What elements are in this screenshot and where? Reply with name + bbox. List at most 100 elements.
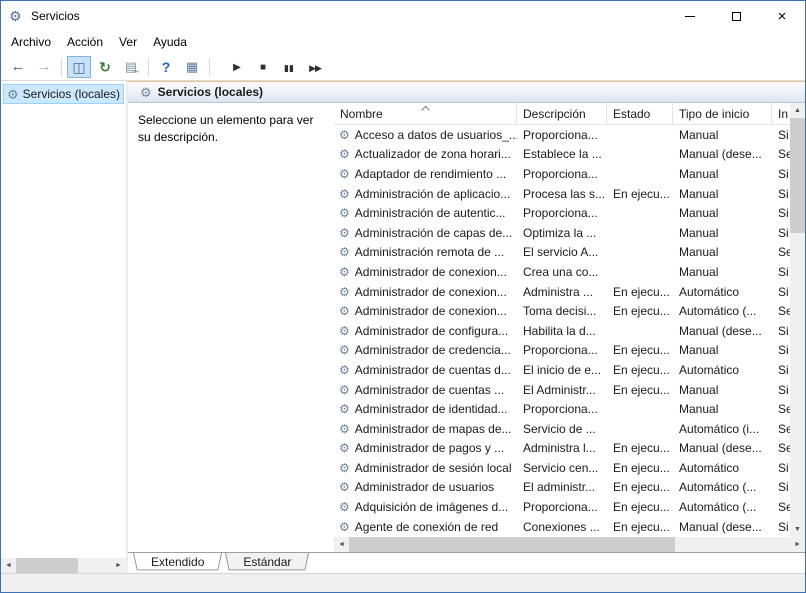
refresh-button[interactable] [93,56,117,78]
column-header-estado[interactable]: Estado [607,103,673,124]
table-row[interactable]: Acceso a datos de usuarios_... Proporcio… [334,125,790,145]
scrollbar-thumb[interactable] [790,118,805,233]
table-row[interactable]: Administrador de credencia... Proporcion… [334,341,790,361]
description-pane: Seleccione un elemento para ver su descr… [128,103,334,552]
table-row[interactable]: Administrador de identidad... Proporcion… [334,399,790,419]
service-startup-type-cell: Manual (dese... [679,519,762,534]
service-logon-cell: Se [778,245,790,260]
table-row[interactable]: Agente de conexión de red Conexiones ...… [334,517,790,537]
service-logon-cell: Si [778,284,789,299]
scrollbar-track[interactable] [16,558,111,573]
table-row[interactable]: Administrador de usuarios El administr..… [334,478,790,498]
table-row[interactable]: Administración de aplicacio... Procesa l… [334,184,790,204]
menu-item[interactable]: Ayuda [145,32,195,52]
table-row[interactable]: Adquisición de imágenes d... Proporciona… [334,497,790,517]
service-description-cell: El servicio A... [523,245,599,260]
service-icon [339,266,350,278]
view-tab[interactable]: Estándar [225,553,309,572]
table-row[interactable]: Administrador de conexion... Crea una co… [334,262,790,282]
service-description-cell: Proporciona... [523,500,598,515]
service-startup-type-cell: Manual (dese... [679,147,762,162]
table-horizontal-scrollbar[interactable]: ◄ ► [334,537,805,552]
service-icon [339,188,350,200]
close-button[interactable]: × [759,1,805,31]
service-startup-type-cell: Manual [679,166,719,181]
column-header-descripcion[interactable]: Descripción [517,103,607,124]
service-name-cell: Administrador de cuentas d... [334,363,517,377]
column-header-iniciar-sesion[interactable]: In [772,103,790,124]
service-startup-type-cell: Manual [679,245,719,260]
scroll-right-icon[interactable]: ► [790,537,805,552]
column-header-nombre[interactable]: Nombre [334,103,517,124]
table-row[interactable]: Adaptador de rendimiento ... Proporciona… [334,164,790,184]
service-description-cell: El administr... [523,480,596,495]
sort-ascending-icon [422,105,429,112]
table-row[interactable]: Administrador de conexion... Toma decisi… [334,301,790,321]
menu-item[interactable]: Acción [59,32,111,52]
service-description-cell: Procesa las s... [523,186,606,201]
table-row[interactable]: Administración de capas de... Optimiza l… [334,223,790,243]
service-name: Actualizador de zona horari... [354,147,511,162]
table-body: Acceso a datos de usuarios_... Proporcio… [334,125,790,537]
service-name: Administrador de conexion... [354,284,507,299]
start-service-button[interactable] [225,56,249,78]
table-row[interactable]: Administrador de pagos y ... Administra … [334,439,790,459]
results-pane: Servicios (locales) Seleccione un elemen… [128,81,805,573]
stop-service-button[interactable] [251,56,275,78]
forward-button[interactable] [32,56,56,78]
table-row[interactable]: Administración de autentic... Proporcion… [334,203,790,223]
view-tab[interactable]: Extendido [133,553,222,572]
properties-button[interactable] [180,56,204,78]
service-description-cell: Habilita la d... [523,323,596,338]
service-startup-type-cell: Automático [679,362,740,377]
show-console-tree-button[interactable] [67,55,91,78]
service-logon-cell: Si [778,343,789,358]
table-row[interactable]: Actualizador de zona horari... Establece… [334,145,790,165]
sidebar-item-servicios-locales[interactable]: Servicios (locales) [3,84,124,104]
help-button[interactable] [154,56,178,78]
pause-service-button[interactable] [277,56,301,78]
console-tree-pane: Servicios (locales) ◄ ► [1,81,128,573]
table-row[interactable]: Administrador de cuentas d... El inicio … [334,360,790,380]
description-text: Seleccione un elemento para ver su descr… [138,113,314,144]
menu-item[interactable]: Archivo [3,32,59,52]
column-header-tipo-de-inicio[interactable]: Tipo de inicio [673,103,772,124]
scroll-right-icon[interactable]: ► [111,558,126,573]
restart-service-button[interactable] [303,56,327,78]
scrollbar-thumb[interactable] [349,537,676,552]
service-name: Administrador de identidad... [354,402,508,417]
start-service-icon [233,60,241,73]
back-button[interactable] [6,56,30,78]
sidebar-horizontal-scrollbar[interactable]: ◄ ► [1,558,126,573]
column-header-label: Descripción [523,106,586,121]
service-name-cell: Administrador de conexion... [334,265,517,279]
minimize-button[interactable] [667,1,713,31]
service-logon-cell: Si [778,206,789,221]
table-row[interactable]: Administrador de mapas de... Servicio de… [334,419,790,439]
table-row[interactable]: Administrador de configura... Habilita l… [334,321,790,341]
scrollbar-thumb[interactable] [16,558,78,573]
export-list-button[interactable] [119,56,143,78]
service-icon [339,148,350,160]
table-row[interactable]: Administración remota de ... El servicio… [334,243,790,263]
service-status-cell: En ejecu... [613,441,670,456]
scroll-down-icon[interactable]: ▼ [790,522,805,537]
service-description-cell: Crea una co... [523,264,599,279]
refresh-icon [99,60,111,74]
scroll-left-icon[interactable]: ◄ [1,558,16,573]
table-row[interactable]: Administrador de conexion... Administra … [334,282,790,302]
service-name-cell: Actualizador de zona horari... [334,147,517,161]
service-status-cell: En ejecu... [613,304,670,319]
content-area: Servicios (locales) ◄ ► Servicios (local… [1,81,805,573]
maximize-button[interactable] [713,1,759,31]
service-status-cell: En ejecu... [613,519,670,534]
menu-item[interactable]: Ver [111,32,145,52]
scrollbar-track[interactable] [349,537,790,552]
scrollbar-track[interactable] [790,118,805,522]
sidebar-filler [1,104,126,558]
scroll-up-icon[interactable]: ▲ [790,103,805,118]
table-row[interactable]: Administrador de sesión local Servicio c… [334,458,790,478]
scroll-left-icon[interactable]: ◄ [334,537,349,552]
table-row[interactable]: Administrador de cuentas ... El Administ… [334,380,790,400]
table-vertical-scrollbar[interactable]: ▲ ▼ [790,103,805,537]
